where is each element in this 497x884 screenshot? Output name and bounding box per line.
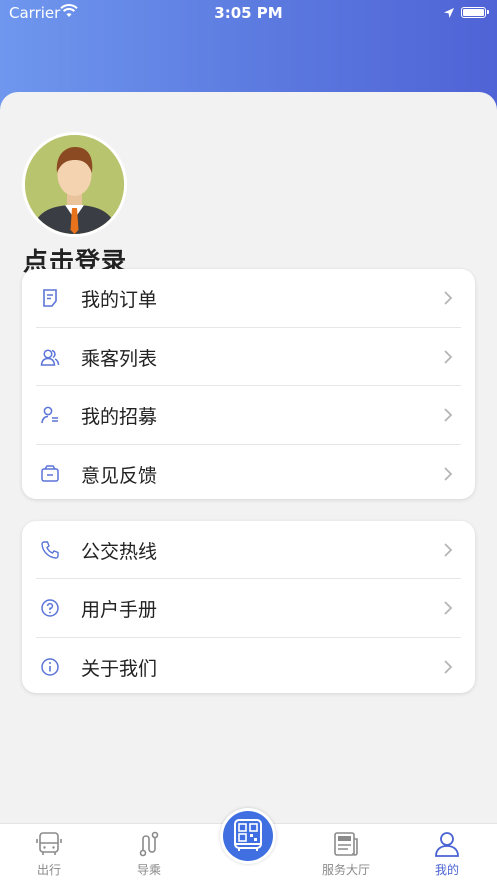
menu-item-label: 我的招募 <box>81 406 158 428</box>
tab-label: 导乘 <box>136 863 161 877</box>
menu-item-manual[interactable]: 用户手册 <box>36 579 461 638</box>
news-icon <box>334 832 358 856</box>
feedback-icon <box>41 464 59 482</box>
chevron-right-icon <box>444 349 453 364</box>
clock: 3:05 PM <box>214 4 283 22</box>
menu-item-passengers[interactable]: 乘客列表 <box>36 328 461 386</box>
tab-label: 出行 <box>36 863 61 877</box>
passengers-icon <box>40 348 60 366</box>
menu-item-label: 我的订单 <box>81 289 158 311</box>
menu-item-orders[interactable]: 我的订单 <box>36 269 461 328</box>
chevron-right-icon <box>444 543 453 557</box>
tab-label: 我的 <box>434 863 459 877</box>
tab-service-hall[interactable]: 服务大厅 <box>311 830 381 878</box>
menu-item-label: 公交热线 <box>81 541 158 563</box>
chevron-right-icon <box>444 408 453 422</box>
chevron-right-icon <box>444 659 453 674</box>
menu-item-hotline[interactable]: 公交热线 <box>36 521 461 580</box>
location-arrow-icon <box>443 5 455 23</box>
menu-item-label: 乘客列表 <box>81 347 158 370</box>
status-bar: Carrier 3:05 PM <box>0 0 497 26</box>
info-icon <box>41 657 59 676</box>
qr-bus-icon <box>234 819 262 851</box>
chevron-right-icon <box>444 601 453 615</box>
person-icon <box>435 832 459 857</box>
chevron-right-icon <box>444 466 453 481</box>
default-user-avatar-icon <box>25 135 124 234</box>
bus-icon <box>36 832 62 855</box>
qr-ride-button[interactable] <box>220 808 276 864</box>
tab-label: 服务大厅 <box>321 863 370 877</box>
menu-item-label: 意见反馈 <box>81 464 158 487</box>
phone-icon <box>41 541 59 559</box>
route-icon <box>139 831 159 857</box>
help-icon <box>41 599 59 618</box>
recruit-icon <box>41 406 58 424</box>
menu-item-label: 用户手册 <box>81 599 158 622</box>
tab-guide[interactable]: 导乘 <box>114 830 184 878</box>
battery-icon <box>461 7 489 18</box>
tab-travel[interactable]: 出行 <box>14 830 84 878</box>
menu-item-about[interactable]: 关于我们 <box>36 638 461 695</box>
menu-card-account: 我的订单 乘客列表 我的招募 意见反馈 <box>22 269 475 499</box>
menu-item-label: 关于我们 <box>81 657 158 680</box>
avatar[interactable] <box>22 132 127 237</box>
menu-item-feedback[interactable]: 意见反馈 <box>36 445 461 503</box>
order-icon <box>43 289 57 307</box>
chevron-right-icon <box>444 291 453 305</box>
menu-item-recruit[interactable]: 我的招募 <box>36 386 461 445</box>
tab-mine[interactable]: 我的 <box>412 830 482 878</box>
menu-card-support: 公交热线 用户手册 关于我们 <box>22 521 475 693</box>
